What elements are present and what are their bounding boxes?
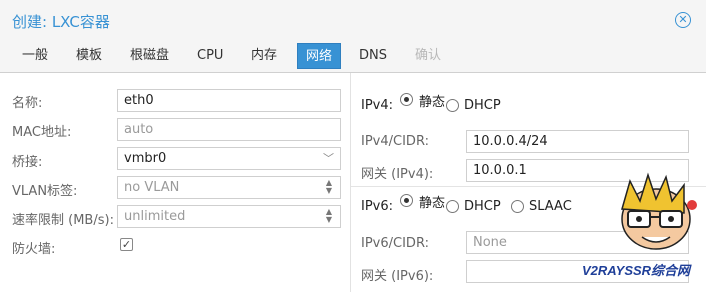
ipv4-static-radio[interactable] <box>400 93 413 106</box>
ipv6-static-label: 静态 <box>419 196 446 211</box>
vlan-value: no VLAN <box>124 180 180 195</box>
vlan-label: VLAN标签: <box>12 184 78 199</box>
bridge-select[interactable]: vmbr0 ﹀ <box>117 147 341 170</box>
spinner-icon[interactable]: ▲ ▼ <box>323 208 335 225</box>
ipv6-slaac-radio[interactable] <box>511 200 524 213</box>
vlan-field[interactable]: no VLAN ▲ ▼ <box>117 176 341 199</box>
ipv6-cidr-label: IPv6/CIDR: <box>361 236 429 251</box>
ipv4-static-label: 静态 <box>419 95 446 110</box>
mac-field[interactable]: auto <box>117 118 341 141</box>
ipv4-cidr-label: IPv4/CIDR: <box>361 134 429 149</box>
rate-field[interactable]: unlimited ▲ ▼ <box>117 205 341 228</box>
name-field[interactable]: eth0 <box>117 89 341 112</box>
tab-root-disk[interactable]: 根磁盘 <box>122 43 177 69</box>
ipv4-label: IPv4: <box>361 98 394 113</box>
ipv4-dhcp-label: DHCP <box>464 98 501 113</box>
bridge-value: vmbr0 <box>124 151 167 166</box>
column-divider <box>350 73 351 292</box>
firewall-checkbox[interactable]: ✓ <box>120 238 133 251</box>
name-label: 名称: <box>12 96 43 111</box>
tab-confirm[interactable]: 确认 <box>407 43 449 69</box>
close-icon[interactable]: ✕ <box>675 12 691 28</box>
tab-network[interactable]: 网络 <box>297 43 342 69</box>
ipv6-label: IPv6: <box>361 199 394 214</box>
tab-cpu[interactable]: CPU <box>189 43 231 69</box>
gw4-label: 网关 (IPv4): <box>361 167 434 182</box>
firewall-label: 防火墙: <box>12 242 56 257</box>
dialog-titlebar: 创建: LXC容器 ✕ <box>0 0 706 40</box>
bridge-label: 桥接: <box>12 155 43 170</box>
ipv4-dhcp-radio[interactable] <box>446 99 459 112</box>
wizard-tabs: 一般 模板 根磁盘 CPU 内存 网络 DNS 确认 <box>0 43 706 71</box>
rate-label: 速率限制 (MB/s): <box>12 213 114 228</box>
tab-dns[interactable]: DNS <box>351 43 395 69</box>
left-column: 名称: eth0 MAC地址: auto 桥接: vmbr0 ﹀ VLAN标签:… <box>0 73 350 292</box>
create-lxc-dialog: 创建: LXC容器 ✕ 一般 模板 根磁盘 CPU 内存 网络 DNS 确认 名… <box>0 0 706 292</box>
watermark-logo: V2RAYSSR综合网 <box>582 172 697 278</box>
ipv4-cidr-field[interactable]: 10.0.0.4/24 <box>466 130 689 153</box>
ipv6-static-radio[interactable] <box>400 194 413 207</box>
ipv6-dhcp-label: DHCP <box>464 199 501 214</box>
ipv6-dhcp-radio[interactable] <box>446 200 459 213</box>
watermark-text: V2RAYSSR综合网 <box>582 263 692 278</box>
tab-template[interactable]: 模板 <box>68 43 110 69</box>
mac-label: MAC地址: <box>12 125 72 140</box>
dialog-title: 创建: LXC容器 <box>12 13 110 31</box>
rate-value: unlimited <box>124 209 186 224</box>
chevron-down-icon: ﹀ <box>323 152 334 165</box>
spinner-icon[interactable]: ▲ ▼ <box>323 179 335 196</box>
tab-general[interactable]: 一般 <box>14 43 56 69</box>
tab-memory[interactable]: 内存 <box>243 43 285 69</box>
gw6-label: 网关 (IPv6): <box>361 269 434 284</box>
